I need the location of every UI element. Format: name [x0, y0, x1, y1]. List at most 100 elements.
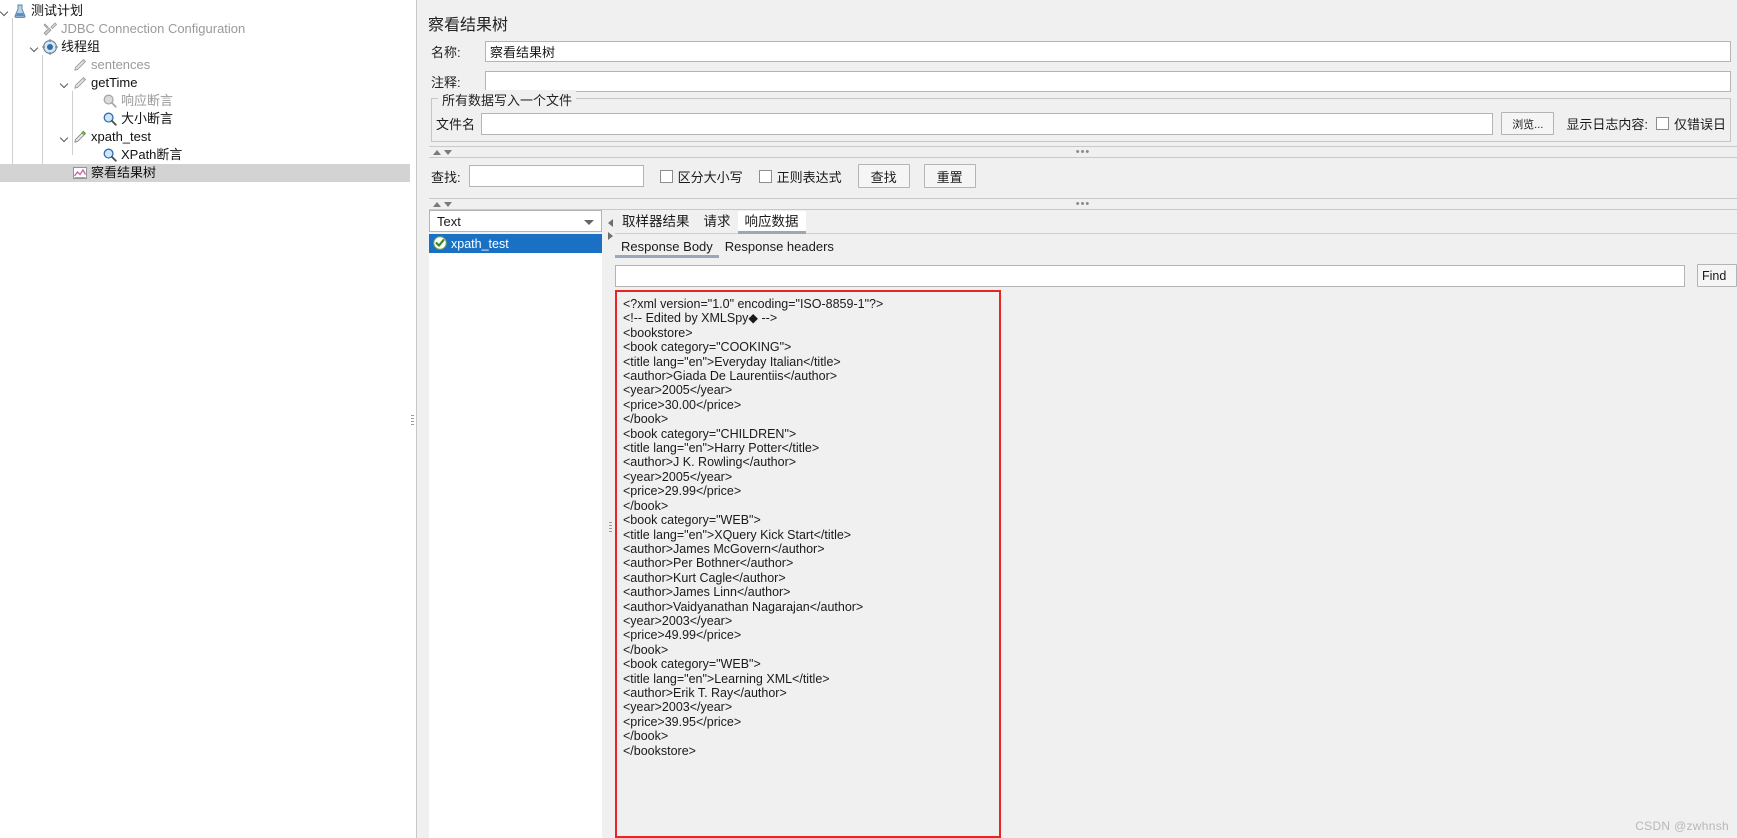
errors-only-checkbox[interactable] — [1655, 117, 1669, 130]
name-input[interactable] — [485, 40, 1731, 62]
response-body-line: </book> — [623, 729, 669, 744]
response-body-text[interactable]: <?xml version="1.0" encoding="ISO-8859-1… — [615, 290, 1001, 838]
test-plan-tree[interactable]: 测试计划 JDBC Connection Configuration 线程组 sent… — [0, 0, 410, 838]
tree-node-label: JDBC Connection Configuration — [61, 21, 246, 36]
view-results-tree-panel: 察看结果树 名称: 注释: 所有数据写入一个文件 文件名 浏览... 显示日志内… — [416, 0, 1737, 838]
response-body-line: <title lang="en">Harry Potter</title> — [623, 441, 820, 456]
main-tabbar[interactable]: 取样器结果 请求 响应数据 — [615, 210, 1737, 234]
response-body-area: <?xml version="1.0" encoding="ISO-8859-1… — [615, 290, 1737, 838]
jmeter-window: 测试计划 JDBC Connection Configuration 线程组 sent… — [0, 0, 1737, 838]
tree-node-xpath_test[interactable]: xpath_test — [0, 128, 410, 146]
tab-0[interactable]: 取样器结果 — [615, 211, 697, 233]
sampler-icon — [72, 75, 88, 91]
tree-node-gettime[interactable]: getTime — [0, 74, 410, 92]
response-body-line: <author>James McGovern</author> — [623, 541, 825, 556]
case-sensitive-checkbox-wrap[interactable]: 区分大小写 — [659, 167, 743, 186]
tree-node-大小断言[interactable]: 大小断言 — [0, 110, 410, 128]
regex-checkbox-wrap[interactable]: 正则表达式 — [758, 167, 842, 186]
tree-node-jdbc-connection-configuration[interactable]: JDBC Connection Configuration — [0, 20, 410, 38]
tree-node-响应断言[interactable]: 响应断言 — [0, 92, 410, 110]
response-body-line: </bookstore> — [623, 743, 696, 758]
response-body-line: <price>49.99</price> — [623, 628, 742, 643]
watermark: CSDN @zwhnsh — [1635, 819, 1729, 833]
comment-input[interactable] — [485, 70, 1731, 92]
tree-node-线程组[interactable]: 线程组 — [0, 38, 410, 56]
list-item[interactable]: xpath_test — [429, 234, 602, 253]
filename-input[interactable] — [481, 112, 1494, 135]
subtab-1[interactable]: Response headers — [719, 237, 840, 258]
renderer-select[interactable]: Text — [429, 210, 602, 232]
response-body-empty-space — [1001, 290, 1737, 838]
tree-node-测试计划[interactable]: 测试计划 — [0, 2, 410, 20]
search-input[interactable] — [468, 165, 644, 187]
errors-only-label: 仅错误日 — [1673, 117, 1726, 132]
chevron-down-icon[interactable] — [0, 6, 11, 17]
tree-node-label: xpath_test — [91, 129, 151, 144]
search-row: 查找: 区分大小写 正则表达式 查找 重置 — [417, 158, 1737, 194]
response-body-line: <title lang="en">Learning XML</title> — [623, 671, 830, 686]
tree-node-sentences[interactable]: sentences — [0, 56, 410, 74]
case-sensitive-label: 区分大小写 — [677, 169, 743, 185]
errors-only-checkbox-wrap[interactable]: 仅错误日 — [1655, 114, 1726, 133]
chevron-down-icon[interactable] — [30, 42, 41, 53]
collapse-down-icon-2[interactable] — [444, 201, 452, 207]
response-body-line: <author>Vaidyanathan Nagarajan</author> — [623, 599, 864, 614]
results-area: Text xpath_test 取样器结果 请求 响应数据 Response B… — [417, 210, 1737, 838]
assertion-icon — [102, 111, 118, 127]
tab-1[interactable]: 请求 — [697, 211, 738, 233]
tree-node-xpath断言[interactable]: XPath断言 — [0, 146, 410, 164]
regex-label: 正则表达式 — [776, 169, 842, 185]
divider-arrows[interactable] — [433, 149, 452, 155]
response-body-line: <author>Giada De Laurentiis</author> — [623, 369, 838, 384]
sub-tabbar[interactable]: Response Body Response headers — [615, 236, 1737, 258]
upper-divider[interactable]: ••• — [429, 146, 1737, 158]
search-find-button[interactable]: 查找 — [857, 164, 910, 188]
lower-divider[interactable]: ••• — [429, 198, 1737, 210]
response-body-line: <author>James Linn</author> — [623, 585, 791, 600]
search-reset-button[interactable]: 重置 — [923, 164, 976, 188]
thread-group-icon — [42, 39, 58, 55]
collapse-up-icon-2[interactable] — [433, 201, 441, 207]
response-body-line: <author>Kurt Cagle</author> — [623, 570, 786, 585]
chevron-down-icon[interactable] — [60, 132, 71, 143]
divider-arrows-2[interactable] — [433, 201, 452, 207]
tab-2[interactable]: 响应数据 — [737, 211, 806, 234]
browse-button[interactable]: 浏览... — [1501, 112, 1555, 135]
sampler-result-list[interactable]: xpath_test — [429, 234, 602, 838]
filename-label: 文件名 — [436, 117, 476, 132]
results-left-column: Text xpath_test — [429, 210, 606, 838]
success-icon — [433, 236, 447, 250]
tree-node-label: 响应断言 — [121, 93, 174, 108]
subtab-0[interactable]: Response Body — [615, 237, 719, 258]
response-body-line: <bookstore> — [623, 325, 693, 340]
assertion-icon — [102, 147, 118, 163]
chevron-down-icon[interactable] — [60, 78, 71, 89]
regex-checkbox[interactable] — [758, 169, 772, 183]
results-splitter[interactable] — [606, 210, 615, 838]
groupbox-title: 所有数据写入一个文件 — [438, 90, 577, 109]
split-left-arrow-icon[interactable] — [608, 219, 613, 227]
response-body-line: <title lang="en">XQuery Kick Start</titl… — [623, 527, 852, 542]
response-body-line: <!-- Edited by XMLSpy◆ --> — [623, 311, 778, 326]
find-input[interactable] — [615, 264, 1685, 287]
split-right-arrow-icon[interactable] — [608, 232, 613, 240]
divider-dots-icon: ••• — [1075, 146, 1091, 158]
collapse-down-icon[interactable] — [444, 149, 452, 155]
response-body-line: <year>2003</year> — [623, 613, 733, 628]
tree-node-label: 测试计划 — [31, 3, 84, 18]
tree-node-察看结果树[interactable]: 察看结果树 — [0, 164, 410, 182]
find-button[interactable]: Find — [1697, 264, 1737, 287]
case-sensitive-checkbox[interactable] — [659, 169, 673, 183]
sampler-icon — [72, 57, 88, 73]
list-item-label: xpath_test — [451, 236, 509, 251]
results-splitter-grip — [609, 522, 612, 536]
collapse-up-icon[interactable] — [433, 149, 441, 155]
chevron-down-icon[interactable] — [584, 220, 594, 225]
response-body-line: <year>2003</year> — [623, 700, 733, 715]
response-body-line: <book category="COOKING"> — [623, 340, 792, 355]
response-body-line: </book> — [623, 412, 669, 427]
filename-row: 文件名 浏览... 显示日志内容: 仅错误日 — [432, 112, 1726, 135]
splitter-grip — [411, 415, 414, 429]
